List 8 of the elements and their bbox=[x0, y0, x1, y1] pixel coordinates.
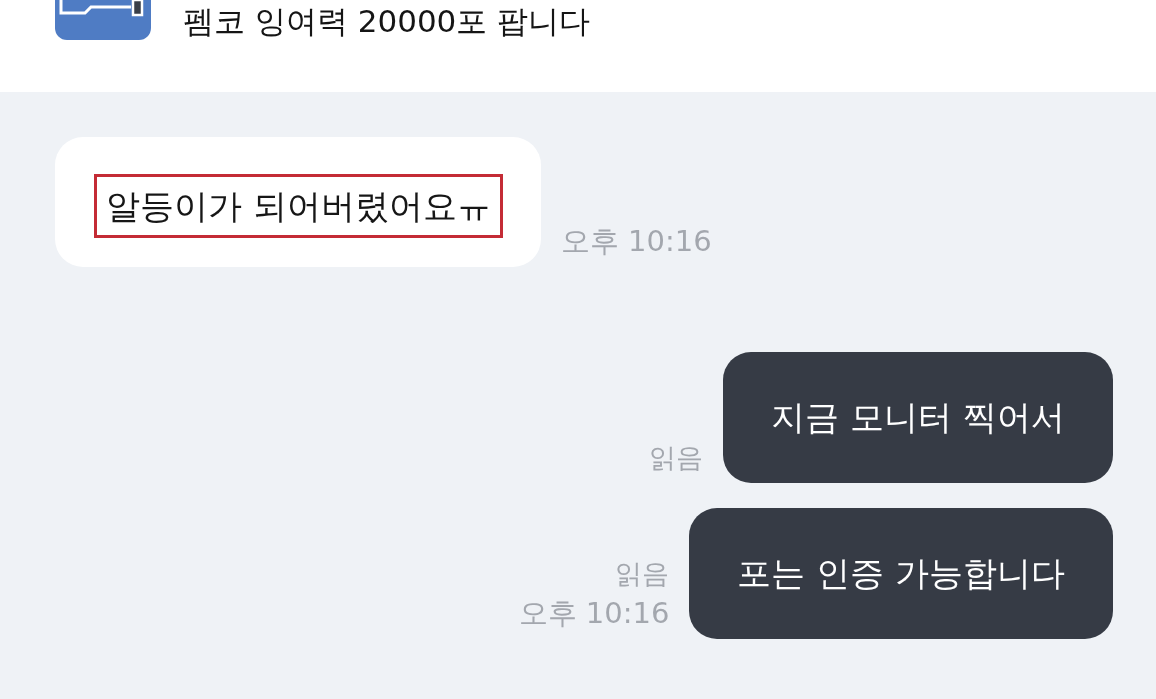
message-text: 알등이가 되어버렸어요ㅠ bbox=[94, 174, 503, 238]
chat-title: 펨코 잉여력 20000포 팝니다 bbox=[183, 2, 591, 41]
message-time: 오후 10:16 bbox=[560, 223, 712, 260]
message-time: 오후 10:16 bbox=[518, 595, 670, 632]
message-text: 포는 인증 가능합니다 bbox=[737, 553, 1065, 594]
read-receipt: 읽음 bbox=[649, 441, 704, 475]
message-text: 지금 모니터 찍어서 bbox=[771, 397, 1065, 438]
read-receipt: 읽음 bbox=[615, 557, 670, 591]
